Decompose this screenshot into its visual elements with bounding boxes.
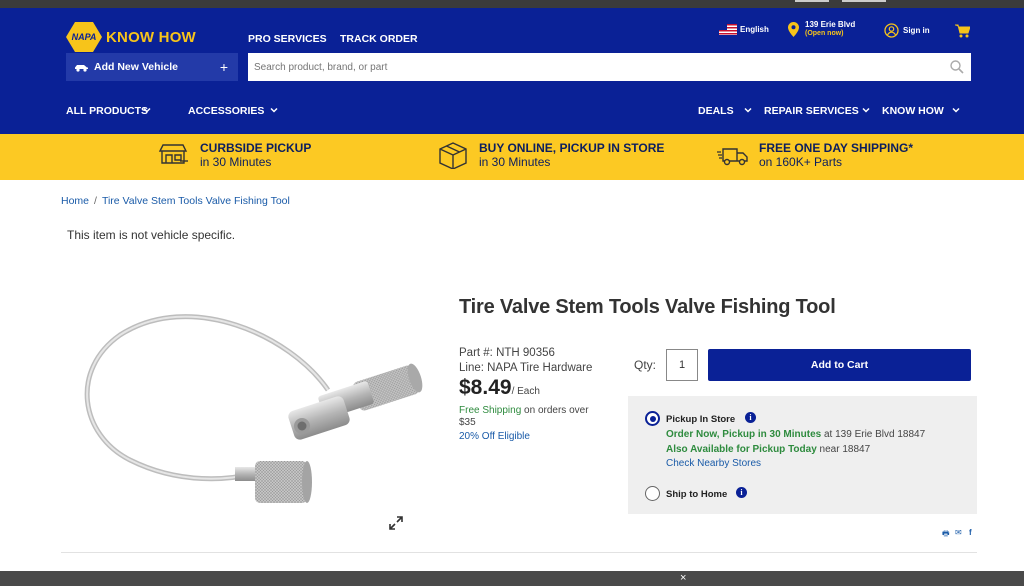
site-header: NAPA KNOW HOW PRO SERVICES TRACK ORDER E… <box>0 8 1024 134</box>
breadcrumb-home[interactable]: Home <box>61 195 89 207</box>
nav-repair-services[interactable]: REPAIR SERVICES <box>764 105 859 117</box>
breadcrumb-current[interactable]: Tire Valve Stem Tools Valve Fishing Tool <box>102 195 290 207</box>
quantity-input[interactable] <box>666 349 698 381</box>
store-selector[interactable]: 139 Erie Blvd (Open now) <box>788 20 855 38</box>
email-icon[interactable]: ✉ <box>955 528 962 537</box>
sign-in-link[interactable]: Sign in <box>884 23 930 38</box>
discount-link[interactable]: 20% Off Eligible <box>459 431 530 442</box>
promo-pickup[interactable]: BUY ONLINE, PICKUP IN STORE in 30 Minutes <box>437 141 664 169</box>
price-unit: / Each <box>511 386 540 397</box>
qty-label: Qty: <box>634 358 657 372</box>
top-utility-strip <box>0 0 1024 8</box>
pickup-availability: Also Available for Pickup Today near 188… <box>666 444 871 455</box>
free-shipping-link[interactable]: Free Shipping <box>459 405 521 416</box>
promo-title: BUY ONLINE, PICKUP IN STORE <box>479 141 665 155</box>
location-pin-icon <box>788 21 799 37</box>
store-status: (Open now) <box>805 30 844 37</box>
nav-accessories[interactable]: ACCESSORIES <box>188 105 264 117</box>
nav-deals[interactable]: DEALS <box>698 105 734 117</box>
chevron-down-icon[interactable] <box>143 106 151 114</box>
expand-icon[interactable] <box>389 516 403 530</box>
product-line: Line: NAPA Tire Hardware <box>459 362 593 374</box>
pickup-timing: Order Now, Pickup in 30 Minutes at 139 E… <box>666 429 926 440</box>
price-value: $8.49 <box>459 376 512 399</box>
pickup-radio[interactable] <box>645 411 660 426</box>
fulfillment-panel: Pickup In Store i Order Now, Pickup in 3… <box>628 396 977 514</box>
promo-shipping[interactable]: FREE ONE DAY SHIPPING* on 160K+ Parts <box>717 141 913 169</box>
search-icon[interactable] <box>950 60 964 74</box>
logo-text: KNOW HOW <box>106 28 196 46</box>
part-number: Part #: NTH 90356 <box>459 347 555 359</box>
pickup-label[interactable]: Pickup In Store <box>666 414 735 425</box>
info-icon[interactable]: i <box>736 487 747 498</box>
chevron-down-icon[interactable] <box>862 106 870 114</box>
store-icon <box>158 144 188 164</box>
car-icon <box>75 64 88 72</box>
chevron-down-icon[interactable] <box>952 106 960 114</box>
sign-in-label: Sign in <box>903 26 930 35</box>
product-title: Tire Valve Stem Tools Valve Fishing Tool <box>459 296 836 318</box>
promo-subtitle: in 30 Minutes <box>200 155 272 169</box>
chevron-down-icon[interactable] <box>270 106 278 114</box>
store-name: 139 Erie Blvd <box>805 20 856 29</box>
section-divider <box>61 552 977 553</box>
cart-icon[interactable] <box>955 24 970 38</box>
top-strip-link[interactable] <box>795 0 829 2</box>
breadcrumb-separator: / <box>94 195 97 207</box>
promo-subtitle: in 30 Minutes <box>479 155 551 169</box>
check-nearby-stores-link[interactable]: Check Nearby Stores <box>666 458 761 469</box>
facebook-icon[interactable]: f <box>969 528 972 537</box>
chevron-down-icon[interactable] <box>744 106 752 114</box>
close-icon[interactable]: × <box>680 572 686 584</box>
nav-all-products[interactable]: ALL PRODUCTS <box>66 105 148 117</box>
product-image[interactable] <box>70 295 430 515</box>
info-icon[interactable]: i <box>745 412 756 423</box>
top-strip-link[interactable] <box>842 0 886 2</box>
nav-track-order[interactable]: TRACK ORDER <box>340 33 418 45</box>
vehicle-fit-note: This item is not vehicle specific. <box>67 228 236 242</box>
add-vehicle-label: Add New Vehicle <box>94 61 179 73</box>
user-icon <box>884 23 899 38</box>
nav-know-how[interactable]: KNOW HOW <box>882 105 944 117</box>
cookie-banner: × <box>0 571 1024 586</box>
truck-icon <box>717 148 748 166</box>
us-flag-icon <box>719 24 737 35</box>
price: $8.49/ Each <box>459 376 540 400</box>
promo-title: FREE ONE DAY SHIPPING* <box>759 141 914 155</box>
plus-icon: + <box>219 59 228 75</box>
breadcrumb: Home / Tire Valve Stem Tools Valve Fishing… <box>61 195 290 207</box>
add-to-cart-button[interactable]: Add to Cart <box>708 349 971 381</box>
promo-banner: CURBSIDE PICKUP in 30 Minutes BUY ONLINE,… <box>0 134 1024 180</box>
ship-to-home-label[interactable]: Ship to Home <box>666 489 727 500</box>
napa-logo[interactable]: NAPA KNOW HOW <box>66 22 196 52</box>
promo-curbside[interactable]: CURBSIDE PICKUP in 30 Minutes <box>158 141 311 169</box>
nav-pro-services[interactable]: PRO SERVICES <box>248 33 327 45</box>
language-label: English <box>740 25 769 34</box>
promo-title: CURBSIDE PICKUP <box>200 141 312 155</box>
box-icon <box>439 142 467 169</box>
print-icon[interactable]: 🖶 <box>942 528 950 542</box>
language-selector[interactable]: English <box>719 24 769 35</box>
napa-logo-mark: NAPA <box>66 22 102 52</box>
ship-to-home-radio[interactable] <box>645 486 660 501</box>
promo-subtitle: on 160K+ Parts <box>759 155 843 169</box>
search-input[interactable] <box>248 53 971 81</box>
add-vehicle-button[interactable]: Add New Vehicle + <box>66 53 238 81</box>
shipping-note: Free Shipping on orders over $35 <box>459 405 599 429</box>
